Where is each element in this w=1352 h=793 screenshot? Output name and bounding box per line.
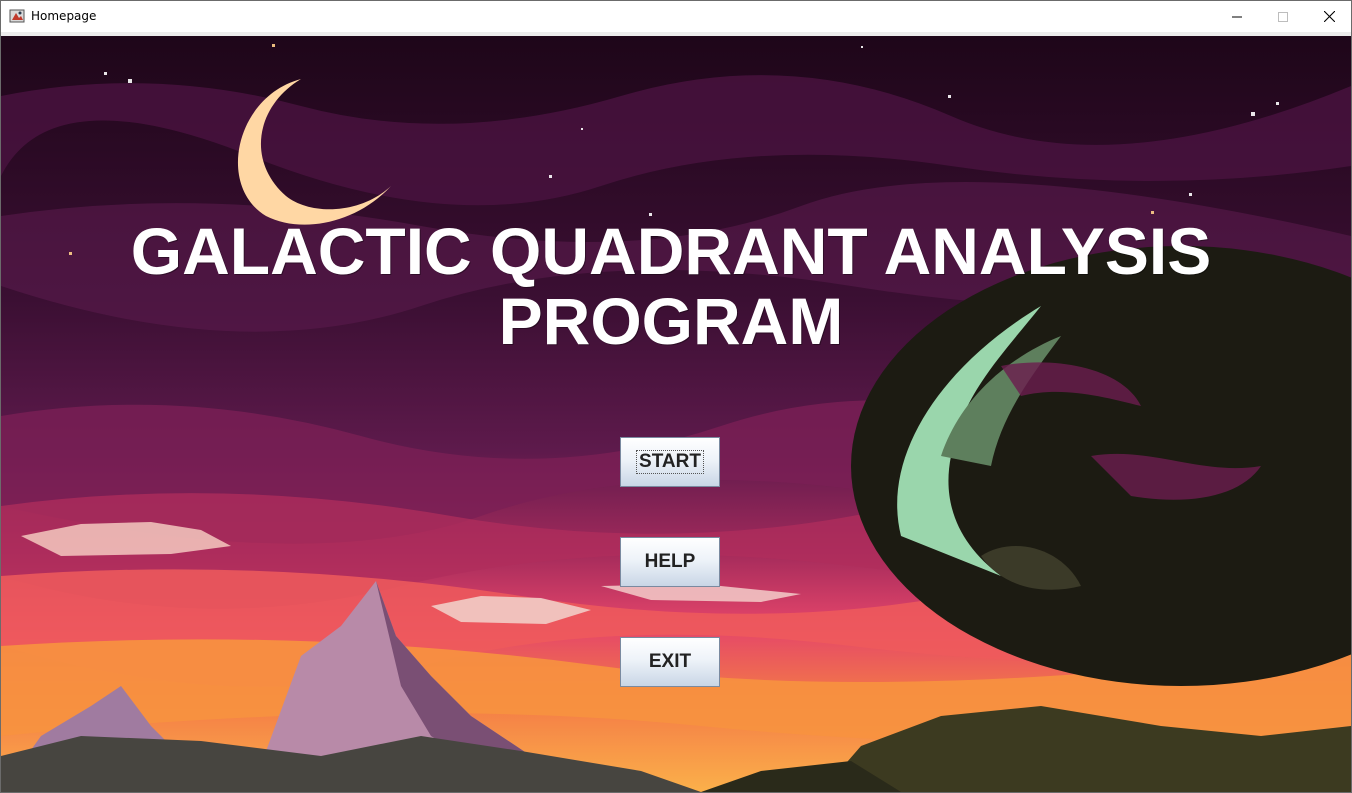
minimize-button[interactable] [1214,1,1260,32]
maximize-icon [1278,11,1288,22]
help-button[interactable]: HELP [620,537,720,587]
maximize-button[interactable] [1260,1,1306,32]
close-icon [1323,11,1335,22]
title-line-1: GALACTIC QUADRANT ANALYSIS [130,214,1212,288]
start-button-label: START [636,450,704,474]
exit-button[interactable]: EXIT [620,637,720,687]
start-button[interactable]: START [620,437,720,487]
homepage-panel: GALACTIC QUADRANT ANALYSIS PROGRAM START… [1,36,1351,792]
window-title: Homepage [31,9,97,23]
help-button-label: HELP [644,551,696,572]
title-line-2: PROGRAM [498,284,844,358]
exit-button-label: EXIT [648,651,692,672]
close-button[interactable] [1306,1,1351,32]
minimize-icon [1232,16,1242,17]
title-bar[interactable]: Homepage [1,1,1351,32]
program-title: GALACTIC QUADRANT ANALYSIS PROGRAM [1,216,1341,356]
java-app-icon [9,8,25,24]
app-window: Homepage GALACTIC QUADRANT ANALYSIS PROG… [0,0,1352,793]
